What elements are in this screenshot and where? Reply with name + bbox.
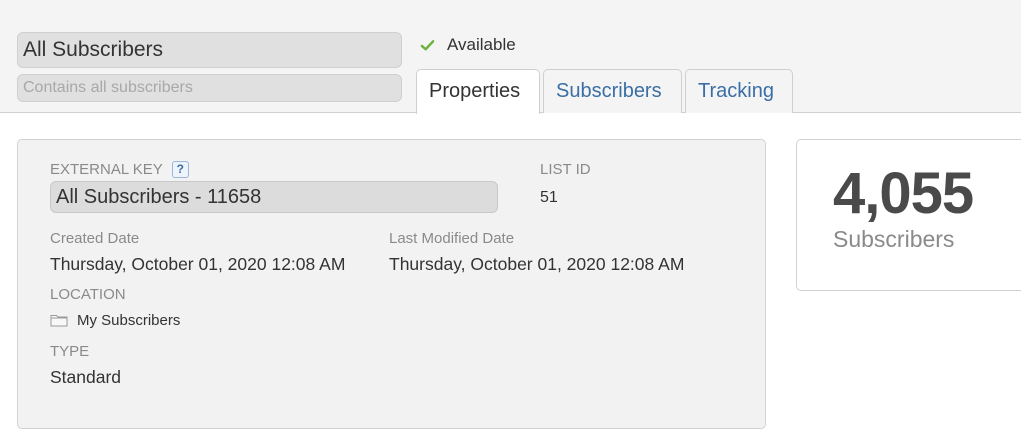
- help-icon[interactable]: ?: [171, 161, 189, 178]
- list-id-label: LIST ID: [540, 161, 591, 178]
- tab-properties[interactable]: Properties: [416, 69, 540, 114]
- tab-bar: Properties Subscribers Tracking: [416, 69, 793, 114]
- subscriber-count-label: Subscribers: [833, 226, 955, 252]
- modified-date-value: Thursday, October 01, 2020 12:08 AM: [389, 254, 685, 274]
- list-header: All Subscribers Contains all subscribers…: [0, 0, 1021, 114]
- external-key-field[interactable]: All Subscribers - 11658: [50, 181, 498, 213]
- external-key-label-text: EXTERNAL KEY: [50, 161, 163, 178]
- subscriber-count-card: 4,055 Subscribers: [796, 139, 1021, 291]
- list-name-input[interactable]: All Subscribers: [17, 32, 402, 68]
- list-description-input[interactable]: Contains all subscribers: [17, 74, 402, 102]
- folder-icon: [50, 315, 68, 327]
- list-id-value: 51: [540, 189, 558, 206]
- status-label: Available: [447, 35, 516, 54]
- check-icon: [420, 39, 435, 50]
- subscriber-count: 4,055: [833, 161, 974, 226]
- created-date-label: Created Date: [50, 230, 140, 247]
- external-key-label: EXTERNAL KEY?: [50, 161, 189, 178]
- type-value: Standard: [50, 367, 122, 387]
- location-label: LOCATION: [50, 286, 126, 303]
- tab-tracking[interactable]: Tracking: [685, 69, 793, 113]
- availability-status: Available: [420, 33, 516, 57]
- created-date-value: Thursday, October 01, 2020 12:08 AM: [50, 254, 346, 274]
- tab-subscribers[interactable]: Subscribers: [543, 69, 682, 113]
- location-value[interactable]: My Subscribers: [77, 312, 180, 329]
- type-label: TYPE: [50, 343, 90, 360]
- modified-date-label: Last Modified Date: [389, 230, 515, 247]
- properties-panel: EXTERNAL KEY? All Subscribers - 11658 LI…: [17, 139, 766, 429]
